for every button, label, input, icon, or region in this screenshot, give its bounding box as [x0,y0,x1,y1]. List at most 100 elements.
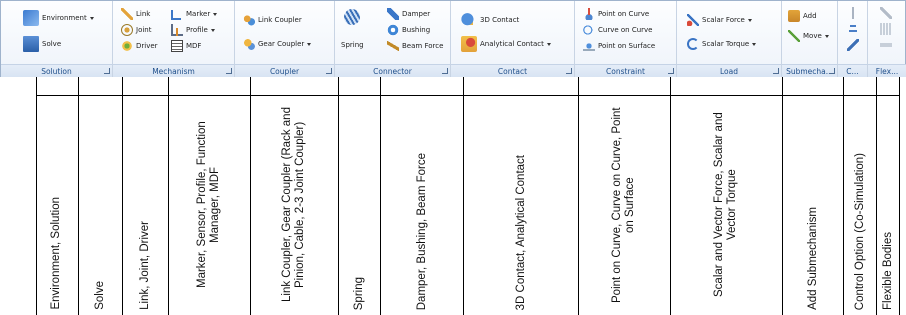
3d-contact-label: 3D Contact [480,16,520,24]
3d-contact-button[interactable]: 3D Contact [461,12,520,28]
annotation-flexible-bodies: Flexible Bodies [882,232,894,310]
group-launcher-icon[interactable] [442,68,448,74]
profile-button[interactable]: Profile [171,23,215,37]
annotation-environment-solution: Environment, Solution [49,197,62,310]
flexible-beam-icon[interactable] [880,39,892,51]
chevron-down-icon[interactable] [752,42,757,46]
analytical-contact-button[interactable]: Analytical Contact [461,36,551,52]
connector-line [36,77,37,95]
control-option-icon[interactable] [847,7,859,19]
group-mechanism: Link Joint Driver Marker Profile MDF Mec… [113,1,235,77]
chevron-down-icon[interactable] [210,28,215,32]
analytical-contact-icon [461,36,477,52]
group-launcher-icon[interactable] [326,68,332,74]
connector-line [168,77,169,95]
connector-line [78,77,79,95]
separator-line [338,95,339,315]
connector-line [380,77,381,95]
annotation-damper-bushing-beam: Damper, Bushing, Beam Force [415,152,428,310]
connector-line [338,77,339,95]
group-label-control[interactable]: C... [838,64,867,77]
driver-icon [121,40,133,52]
point-on-curve-button[interactable]: Point on Curve [583,7,649,21]
separator-line [899,95,900,315]
damper-button[interactable]: Damper [387,7,430,21]
chevron-down-icon[interactable] [307,42,312,46]
annotation-couplers: Link Coupler, Gear Coupler (Rack and Pin… [281,107,306,303]
point-on-surface-label: Point on Surface [598,42,656,50]
chevron-down-icon[interactable] [213,12,218,16]
bushing-button[interactable]: Bushing [387,23,430,37]
group-label-load: Load [677,64,781,77]
chevron-down-icon[interactable] [824,34,829,38]
beam-force-icon [387,40,399,52]
mdf-button[interactable]: MDF [171,39,201,53]
move-button[interactable]: Move [788,29,829,43]
scalar-force-button[interactable]: Scalar Force [687,13,752,27]
link-coupler-button[interactable]: Link Coupler [243,13,302,27]
profile-label: Profile [186,26,208,34]
group-launcher-icon[interactable] [104,68,110,74]
connector-line [782,77,783,95]
solve-label: Solve [42,40,62,48]
chevron-down-icon[interactable] [747,18,752,22]
separator-line [463,95,464,315]
flexible-body-icon[interactable] [880,7,892,19]
scalar-force-icon [687,14,699,26]
marker-icon [171,8,183,20]
joint-icon [121,24,133,36]
analytical-contact-label: Analytical Contact [480,40,544,48]
group-contact: 3D Contact Analytical Contact Contact [451,1,575,77]
connector-line [876,77,877,95]
annotation-link-joint-driver: Link, Joint, Driver [138,221,151,310]
group-launcher-icon[interactable] [829,68,835,74]
gear-coupler-button[interactable]: Gear Coupler [243,37,312,51]
separator-line [876,95,877,315]
point-on-surface-icon [583,40,595,52]
flexible-mesh-icon[interactable] [880,23,892,35]
damper-icon [387,8,399,20]
group-label-mechanism: Mechanism [113,64,234,77]
chevron-down-icon[interactable] [89,16,94,20]
separator-line [380,95,381,315]
spring-button[interactable]: Spring [341,9,364,49]
group-launcher-icon[interactable] [773,68,779,74]
control-link-icon[interactable] [847,39,859,51]
bushing-icon [387,24,399,36]
co-simulation-icon[interactable] [847,23,859,35]
connector-line [899,77,900,95]
ribbon-toolbar: Environment Solve Solution Link Joint Dr… [0,0,906,77]
group-flexible: Flex... [868,1,906,77]
solve-icon [23,36,39,52]
curve-on-curve-icon [583,24,595,36]
mdf-icon [171,40,183,52]
add-submechanism-button[interactable]: Add [788,9,817,23]
gear-coupler-icon [243,38,255,50]
separator-line [122,95,123,315]
point-on-surface-button[interactable]: Point on Surface [583,39,655,53]
3d-contact-icon [461,12,477,28]
marker-button[interactable]: Marker [171,7,218,21]
driver-button[interactable]: Driver [121,39,158,53]
environment-button[interactable]: Environment [23,10,94,26]
curve-on-curve-button[interactable]: Curve on Curve [583,23,652,37]
group-launcher-icon[interactable] [226,68,232,74]
group-launcher-icon[interactable] [668,68,674,74]
joint-button[interactable]: Joint [121,23,151,37]
beam-force-button[interactable]: Beam Force [387,39,443,53]
chevron-down-icon[interactable] [546,42,551,46]
group-launcher-icon[interactable] [566,68,572,74]
group-constraint: Point on Curve Curve on Curve Point on S… [575,1,677,77]
solve-button[interactable]: Solve [23,36,62,52]
annotation-constraint: Point on Curve, Curve on Curve, Point on… [611,107,636,303]
driver-label: Driver [136,42,158,50]
add-label: Add [803,12,817,20]
scalar-torque-icon [687,38,699,50]
group-control: C... [838,1,868,77]
link-button[interactable]: Link [121,7,150,21]
group-load: Scalar Force Scalar Torque Load [677,1,782,77]
annotation-bracket [36,95,900,96]
curve-on-curve-label: Curve on Curve [598,26,653,34]
scalar-torque-button[interactable]: Scalar Torque [687,37,757,51]
group-label-flexible[interactable]: Flex... [868,64,906,77]
